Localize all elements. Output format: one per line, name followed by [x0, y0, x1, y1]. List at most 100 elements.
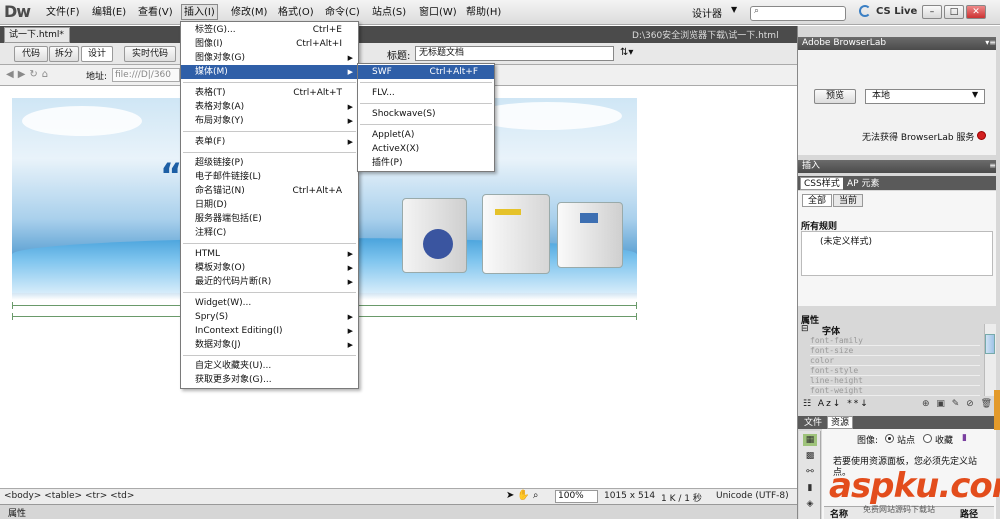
color-asset-icon[interactable]: ▩	[803, 450, 817, 462]
insert-menu-item[interactable]: 图像对象(G) ▶	[181, 51, 358, 65]
menu-help[interactable]: 帮助(H)	[464, 5, 503, 21]
menu-window[interactable]: 窗口(W)	[417, 5, 459, 21]
tab-files[interactable]: 文件	[800, 416, 827, 429]
code-view-button[interactable]: 代码	[14, 46, 48, 62]
insert-menu-item[interactable]: HTML ▶	[181, 247, 358, 261]
document-tab[interactable]: 试一下.html*	[4, 27, 70, 43]
insert-menu-item[interactable]: 媒体(M) ▶	[181, 65, 358, 79]
insert-menu-item[interactable]: 电子邮件链接(L)	[181, 170, 358, 184]
favorites-radio[interactable]	[923, 434, 932, 443]
all-button[interactable]: 全部	[802, 194, 832, 207]
insert-menu-item[interactable]: 布局对象(Y) ▶	[181, 114, 358, 128]
scrollbar-thumb[interactable]	[985, 334, 995, 354]
property-row[interactable]: color	[810, 356, 980, 366]
panel-options-icon[interactable]: ▾≡	[980, 37, 996, 50]
menu-view[interactable]: 查看(V)	[136, 5, 175, 21]
menu-insert[interactable]: 插入(I)	[181, 4, 218, 20]
tab-css-styles[interactable]: CSS样式	[800, 177, 844, 190]
maximize-button[interactable]: □	[944, 5, 964, 19]
media-menu-item[interactable]: Applet(A)	[358, 128, 494, 142]
collapse-icon[interactable]: ⊟	[801, 324, 809, 334]
media-menu-item[interactable]: SWF Ctrl+Alt+F	[358, 65, 494, 79]
view-toggle-icons[interactable]: ☷ Az↓ **↓	[803, 399, 870, 409]
menu-format[interactable]: 格式(O)	[276, 5, 316, 21]
minimize-button[interactable]: –	[922, 5, 942, 19]
tab-assets[interactable]: 资源	[827, 416, 854, 429]
tag-selector[interactable]: <body> <table> <tr> <td>	[4, 491, 134, 501]
address-input[interactable]: file:///D|/360	[112, 68, 180, 82]
image-asset-icon[interactable]: ▦	[803, 434, 817, 446]
property-row[interactable]: font-weight	[810, 386, 980, 396]
panel-options-icon[interactable]: ≡	[980, 160, 996, 173]
insert-menu-item[interactable]: 最近的代码片断(R) ▶	[181, 275, 358, 289]
insert-menu-item[interactable]: 日期(D)	[181, 198, 358, 212]
insert-menu-item[interactable]: Spry(S) ▶	[181, 310, 358, 324]
rule-item[interactable]: (未定义样式)	[820, 234, 872, 247]
tab-ap-elements[interactable]: AP 元素	[843, 177, 884, 190]
nav-buttons-icon[interactable]: ◀▶↻⌂	[6, 69, 52, 80]
live-code-button[interactable]: 实时代码	[124, 46, 176, 62]
workspace-switcher[interactable]: 设计器	[692, 5, 722, 20]
chevron-down-icon[interactable]: ▼	[731, 5, 737, 14]
browserlab-panel-header[interactable]: Adobe BrowserLab	[798, 37, 996, 50]
insert-menu-item[interactable]: 图像(I) Ctrl+Alt+I	[181, 37, 358, 51]
menu-shortcut: Ctrl+Alt+T	[293, 88, 342, 98]
path-column[interactable]: 路径	[960, 507, 978, 520]
file-size: 1 K / 1 秒	[661, 494, 702, 504]
property-row[interactable]: font-size	[810, 346, 980, 356]
menu-file[interactable]: 文件(F)	[44, 5, 82, 21]
insert-menu-item[interactable]: InContext Editing(I) ▶	[181, 324, 358, 338]
menu-separator	[360, 103, 492, 104]
menu-edit[interactable]: 编辑(E)	[90, 5, 128, 21]
help-search-input[interactable]	[750, 6, 846, 21]
insert-menu-item[interactable]: 表格(T) Ctrl+Alt+T	[181, 86, 358, 100]
properties-bar[interactable]	[0, 504, 797, 519]
dreamweaver-logo: Dw	[4, 2, 31, 21]
media-menu-item[interactable]: 插件(P)	[358, 156, 494, 170]
insert-menu-item[interactable]: 模板对象(O) ▶	[181, 261, 358, 275]
property-row[interactable]: font-family	[810, 336, 980, 346]
insert-menu-item[interactable]: Widget(W)...	[181, 296, 358, 310]
document-title-input[interactable]: 无标题文档	[415, 46, 614, 61]
menu-modify[interactable]: 修改(M)	[229, 5, 269, 21]
preview-button[interactable]: 预览	[814, 89, 856, 104]
insert-menu-item[interactable]: 表单(F) ▶	[181, 135, 358, 149]
insert-menu-item[interactable]: 注释(C)	[181, 226, 358, 240]
media-menu-item[interactable]: Shockwave(S)	[358, 107, 494, 121]
insert-menu-item[interactable]: 自定义收藏夹(U)...	[181, 359, 358, 373]
site-radio[interactable]	[885, 434, 894, 443]
property-row[interactable]: line-height	[810, 376, 980, 386]
media-menu-item[interactable]: FLV...	[358, 86, 494, 100]
insert-menu-item[interactable]: 服务器端包括(E)	[181, 212, 358, 226]
zoom-select[interactable]: 100%	[555, 490, 598, 503]
file-management-icon[interactable]: ⇅▾	[620, 47, 633, 58]
property-row[interactable]: font-style	[810, 366, 980, 376]
menu-site[interactable]: 站点(S)	[370, 5, 408, 21]
cs-live-button[interactable]: CS Live	[876, 6, 917, 17]
insert-menu-item[interactable]: 获取更多对象(G)...	[181, 373, 358, 387]
media-menu-item-label: FLV...	[372, 88, 395, 98]
name-column[interactable]: 名称	[830, 507, 848, 520]
url-asset-icon[interactable]: ⚯	[803, 466, 817, 478]
insert-menu-item[interactable]: 数据对象(J) ▶	[181, 338, 358, 352]
split-view-button[interactable]: 拆分	[49, 46, 79, 62]
current-button[interactable]: 当前	[833, 194, 863, 207]
window-size[interactable]: 1015 x 514	[604, 491, 655, 501]
insert-menu-item[interactable]: 表格对象(A) ▶	[181, 100, 358, 114]
media-menu-item[interactable]: ActiveX(X)	[358, 142, 494, 156]
insert-menu-item[interactable]: 超级链接(P)	[181, 156, 358, 170]
shockwave-asset-icon[interactable]: ◈	[803, 498, 817, 510]
chevron-down-icon[interactable]: ▼	[972, 90, 978, 99]
menu-separator	[183, 243, 356, 244]
css-action-icons[interactable]: ⊕ ▣ ✎ ⊘ 🗑	[922, 399, 994, 409]
insert-panel-header[interactable]: 插入	[798, 160, 996, 173]
close-button[interactable]: ✕	[966, 5, 986, 19]
insert-menu-item[interactable]: 命名锚记(N) Ctrl+Alt+A	[181, 184, 358, 198]
browser-select[interactable]: 本地	[865, 89, 985, 104]
submenu-arrow-icon: ▶	[347, 68, 353, 76]
insert-menu-item[interactable]: 标签(G)... Ctrl+E	[181, 23, 358, 37]
select-hand-zoom-icon[interactable]: ➤✋⌕	[506, 490, 541, 501]
flash-asset-icon[interactable]: ▮	[803, 482, 817, 494]
menu-commands[interactable]: 命令(C)	[323, 5, 362, 21]
design-view-button[interactable]: 设计	[81, 46, 113, 62]
